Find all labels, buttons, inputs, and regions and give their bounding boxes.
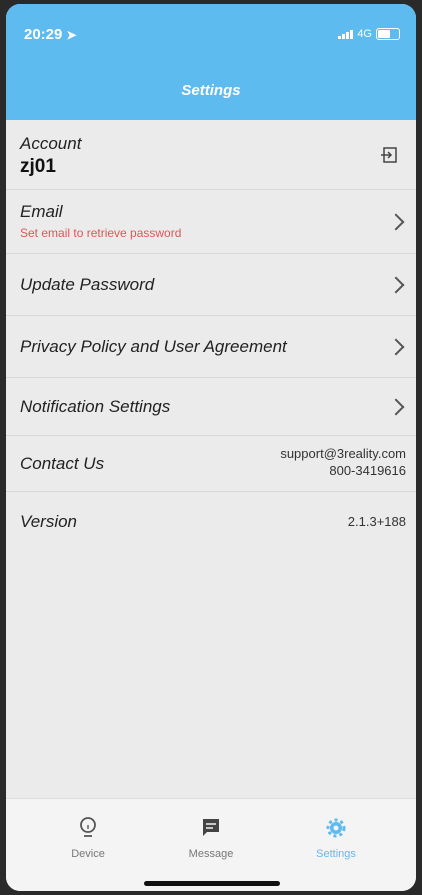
- email-row[interactable]: Email Set email to retrieve password: [6, 190, 416, 254]
- status-right: 4G: [338, 28, 400, 40]
- page-title: Settings: [181, 82, 241, 99]
- status-time: 20:29 ➤: [24, 26, 77, 43]
- tab-settings[interactable]: Settings: [276, 817, 396, 860]
- home-indicator: [144, 881, 280, 886]
- network-label: 4G: [357, 28, 372, 40]
- email-hint: Set email to retrieve password: [20, 226, 182, 240]
- settings-list: Account zj01 Email Set email to retrieve…: [6, 120, 416, 552]
- update-password-row[interactable]: Update Password: [6, 254, 416, 316]
- tab-settings-label: Settings: [316, 848, 356, 860]
- tab-message-label: Message: [188, 848, 234, 860]
- phone-screen: 20:29 ➤ 4G Settings Account zj01 Email S…: [6, 4, 416, 891]
- tab-message[interactable]: Message: [151, 817, 271, 860]
- bottom-tab-bar: Device Message Settings: [6, 798, 416, 891]
- tab-device[interactable]: Device: [28, 817, 148, 860]
- version-row: Version 2.1.3+188: [6, 492, 416, 552]
- chevron-right-icon: [387, 338, 405, 356]
- logout-icon[interactable]: [380, 146, 398, 164]
- update-password-label: Update Password: [20, 275, 155, 294]
- account-row[interactable]: Account zj01: [6, 120, 416, 190]
- notification-settings-row[interactable]: Notification Settings: [6, 378, 416, 436]
- tab-device-label: Device: [71, 848, 105, 860]
- privacy-label: Privacy Policy and User Agreement: [20, 337, 287, 356]
- notification-settings-label: Notification Settings: [20, 397, 171, 416]
- account-label: Account: [20, 134, 82, 153]
- status-time-text: 20:29: [24, 26, 63, 43]
- chat-icon: [203, 819, 219, 836]
- privacy-row[interactable]: Privacy Policy and User Agreement: [6, 316, 416, 378]
- contact-phone[interactable]: 800-3419616: [329, 463, 406, 478]
- gear-icon: [326, 818, 346, 838]
- contact-email[interactable]: support@3reality.com: [280, 446, 406, 461]
- battery-icon: [376, 28, 400, 40]
- chevron-right-icon: [387, 213, 405, 231]
- account-username: zj01: [20, 156, 56, 177]
- chevron-right-icon: [387, 276, 405, 294]
- signal-icon: [338, 29, 354, 39]
- email-label: Email: [20, 202, 63, 221]
- header: 20:29 ➤ 4G Settings: [6, 4, 416, 120]
- contact-row: Contact Us support@3reality.com 800-3419…: [6, 436, 416, 492]
- location-arrow-icon: ➤: [66, 28, 77, 42]
- lightbulb-icon: [80, 817, 96, 837]
- version-value: 2.1.3+188: [347, 514, 406, 529]
- version-label: Version: [20, 512, 78, 531]
- contact-label: Contact Us: [20, 454, 105, 473]
- chevron-right-icon: [387, 398, 405, 416]
